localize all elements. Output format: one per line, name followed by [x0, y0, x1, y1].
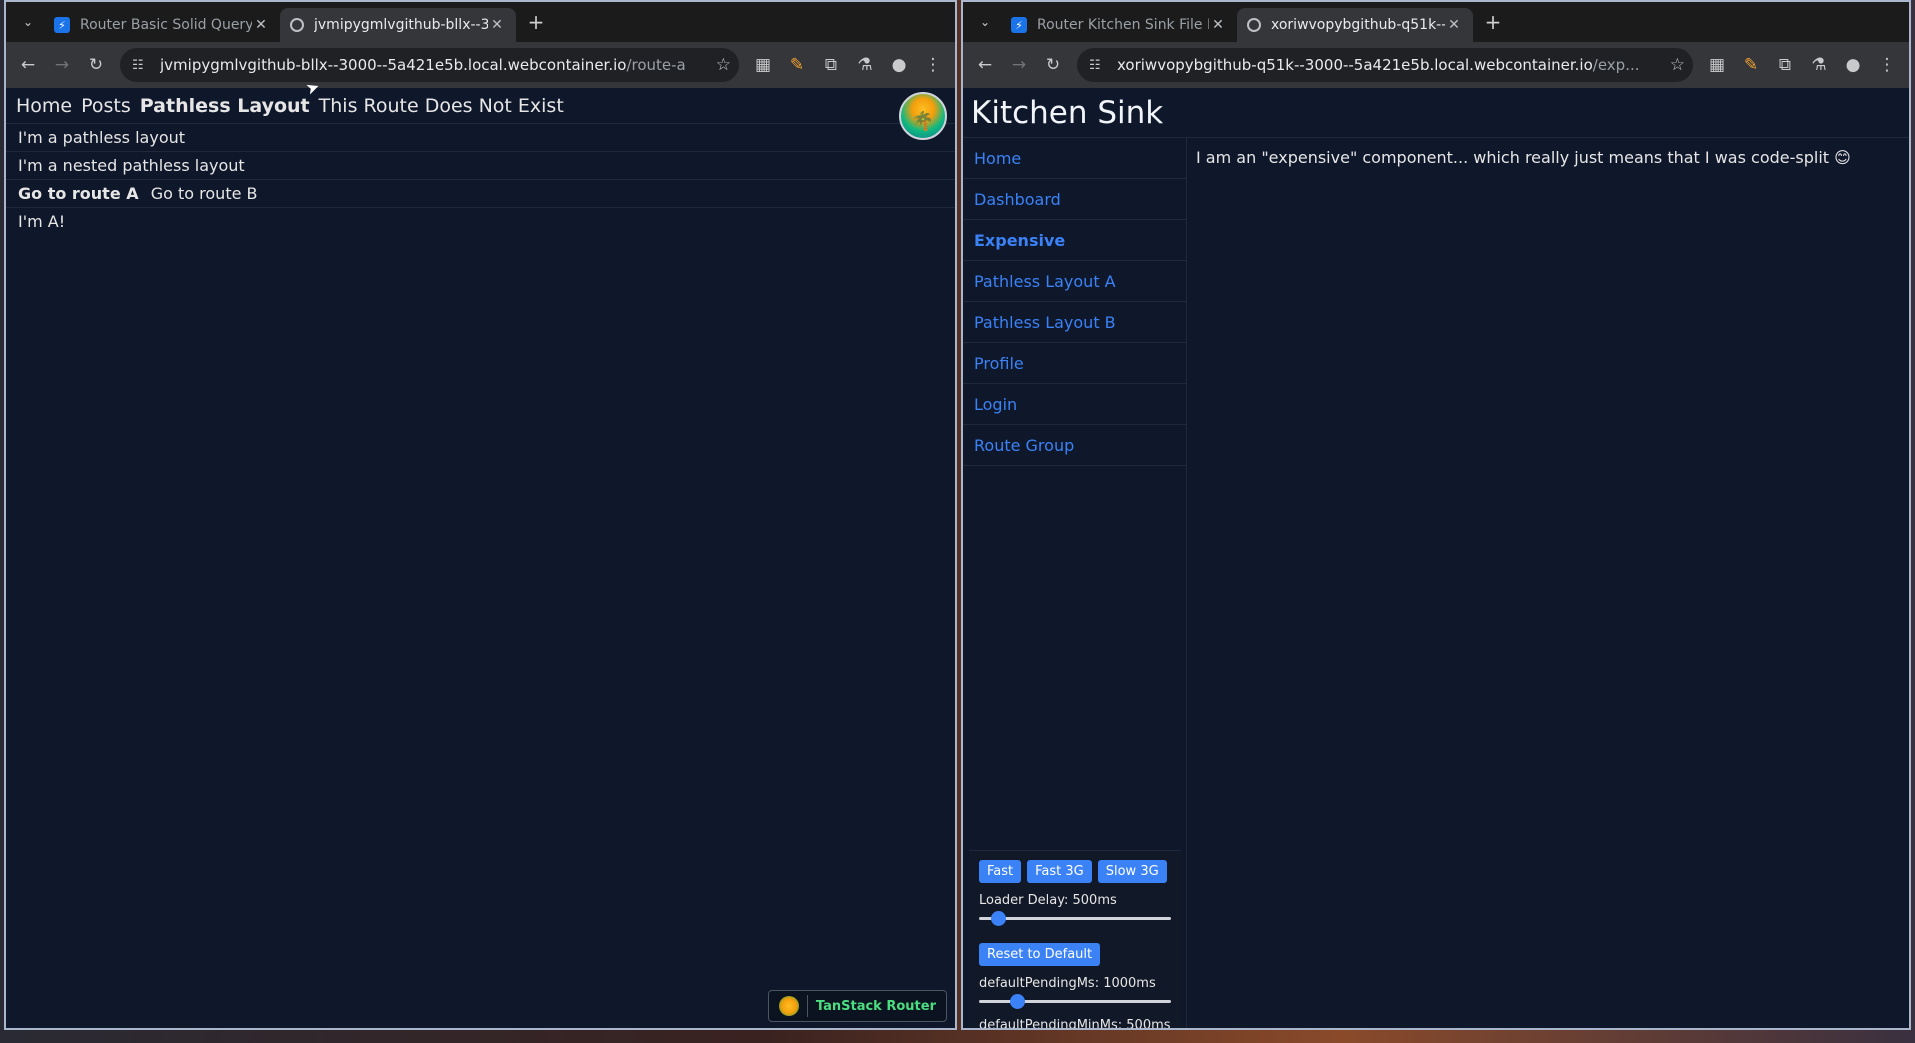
- fast-3g-button[interactable]: Fast 3G: [1027, 860, 1092, 883]
- loader-delay-label: Loader Delay: 500ms: [979, 893, 1117, 908]
- labs-flask-icon[interactable]: ⚗: [849, 49, 881, 81]
- site-info-icon[interactable]: ☷: [132, 58, 150, 73]
- new-tab-plus-icon[interactable]: +: [520, 6, 552, 38]
- sidebar: Home Dashboard Expensive Pathless Layout…: [963, 138, 1187, 1028]
- slider-track: [979, 917, 1171, 920]
- qr-code-icon[interactable]: ▦: [1701, 49, 1733, 81]
- browser-window-right: ⌄ ⚡ Router Kitchen Sink File B ✕ xoriwvo…: [961, 0, 1911, 1030]
- extensions-puzzle-icon[interactable]: ⧉: [815, 49, 847, 81]
- sidebar-item-pathless-layout-b[interactable]: Pathless Layout B: [963, 302, 1186, 343]
- nav-home-link[interactable]: Home: [16, 95, 72, 117]
- globe-icon: [1247, 18, 1261, 32]
- qr-code-icon[interactable]: ▦: [747, 49, 779, 81]
- sidebar-item-login[interactable]: Login: [963, 384, 1186, 425]
- close-icon[interactable]: ✕: [1445, 17, 1463, 33]
- slider-thumb[interactable]: [991, 911, 1007, 926]
- route-a-link[interactable]: Go to route A: [18, 184, 139, 203]
- tab-title: xoriwvopybgithub-q51k--: [1271, 17, 1445, 33]
- nav-missing-route-link[interactable]: This Route Does Not Exist: [319, 95, 564, 117]
- page-viewport: Kitchen Sink Home Dashboard Expensive Pa…: [963, 88, 1909, 1028]
- devtools-label: TanStack Router: [815, 998, 936, 1014]
- new-tab-plus-icon[interactable]: +: [1477, 6, 1509, 38]
- close-icon[interactable]: ✕: [488, 17, 506, 33]
- reload-icon[interactable]: ↻: [80, 49, 112, 81]
- sidebar-item-home[interactable]: Home: [963, 138, 1186, 179]
- browser-toolbar: ← → ↻ ☷ jvmipygmlvgithub-bllx--3000--5a4…: [6, 42, 955, 88]
- back-arrow-icon[interactable]: ←: [12, 49, 44, 81]
- nested-pathless-layout-text: I'm a nested pathless layout: [6, 152, 955, 180]
- forward-arrow-icon[interactable]: →: [1003, 49, 1035, 81]
- tab-search-chevron-icon[interactable]: ⌄: [12, 6, 44, 38]
- url-text[interactable]: jvmipygmlvgithub-bllx--3000--5a421e5b.lo…: [160, 56, 710, 74]
- reset-to-default-button[interactable]: Reset to Default: [979, 943, 1101, 966]
- sidebar-item-profile[interactable]: Profile: [963, 343, 1186, 384]
- loader-delay-slider[interactable]: [979, 911, 1171, 926]
- browser-window-left: ⌄ ⚡ Router Basic Solid Query · ✕ jvmipyg…: [4, 0, 957, 1030]
- nav-posts-link[interactable]: Posts: [81, 95, 131, 117]
- globe-icon: [290, 18, 304, 32]
- address-bar[interactable]: ☷ xoriwvopybgithub-q51k--3000--5a421e5b.…: [1077, 48, 1693, 82]
- pencil-extension-icon[interactable]: ✎: [781, 49, 813, 81]
- address-bar[interactable]: ☷ jvmipygmlvgithub-bllx--3000--5a421e5b.…: [120, 48, 739, 82]
- top-nav: Home Posts Pathless Layout This Route Do…: [6, 88, 955, 124]
- url-text[interactable]: xoriwvopybgithub-q51k--3000--5a421e5b.lo…: [1117, 56, 1664, 74]
- tab-title: Router Kitchen Sink File B: [1037, 17, 1209, 33]
- divider: [806, 995, 808, 1017]
- labs-flask-icon[interactable]: ⚗: [1803, 49, 1835, 81]
- back-arrow-icon[interactable]: ←: [969, 49, 1001, 81]
- tab-active-webcontainer[interactable]: jvmipygmlvgithub-bllx--3 ✕: [280, 8, 516, 42]
- stackblitz-bolt-icon: ⚡: [1011, 17, 1027, 33]
- close-icon[interactable]: ✕: [252, 17, 270, 33]
- forward-arrow-icon[interactable]: →: [46, 49, 78, 81]
- route-links: Go to route A Go to route B: [6, 180, 955, 208]
- tab-search-chevron-icon[interactable]: ⌄: [969, 6, 1001, 38]
- avatar[interactable]: 🌴: [899, 92, 947, 140]
- page-title: Kitchen Sink: [963, 88, 1909, 138]
- extensions-puzzle-icon[interactable]: ⧉: [1769, 49, 1801, 81]
- tab-router-kitchen-sink[interactable]: ⚡ Router Kitchen Sink File B ✕: [1001, 8, 1237, 42]
- stackblitz-bolt-icon: ⚡: [54, 17, 70, 33]
- menu-kebab-icon[interactable]: ⋮: [917, 49, 949, 81]
- fast-button[interactable]: Fast: [979, 860, 1022, 883]
- tab-title: Router Basic Solid Query ·: [80, 17, 252, 33]
- default-pending-ms-slider[interactable]: [979, 994, 1171, 1009]
- profile-icon[interactable]: ●: [1837, 49, 1869, 81]
- route-b-link[interactable]: Go to route B: [151, 184, 258, 203]
- sidebar-item-pathless-layout-a[interactable]: Pathless Layout A: [963, 261, 1186, 302]
- expensive-component-text: I am an "expensive" component... which r…: [1196, 148, 1851, 167]
- nav-pathless-layout-link[interactable]: Pathless Layout: [140, 95, 310, 117]
- menu-kebab-icon[interactable]: ⋮: [1871, 49, 1903, 81]
- bookmark-star-icon[interactable]: ☆: [716, 55, 731, 75]
- sidebar-item-route-group[interactable]: Route Group: [963, 425, 1186, 466]
- browser-toolbar: ← → ↻ ☷ xoriwvopybgithub-q51k--3000--5a4…: [963, 42, 1909, 88]
- close-icon[interactable]: ✕: [1209, 17, 1227, 33]
- speed-presets: Fast Fast 3G Slow 3G: [979, 860, 1171, 883]
- tanstack-logo-icon: [778, 996, 799, 1016]
- pencil-extension-icon[interactable]: ✎: [1735, 49, 1767, 81]
- reload-icon[interactable]: ↻: [1037, 49, 1069, 81]
- tanstack-router-devtools-button[interactable]: TanStack Router: [767, 990, 947, 1022]
- slow-3g-button[interactable]: Slow 3G: [1097, 860, 1167, 883]
- tab-strip: ⌄ ⚡ Router Kitchen Sink File B ✕ xoriwvo…: [963, 2, 1909, 42]
- default-pending-ms-label: defaultPendingMs: 1000ms: [979, 976, 1156, 991]
- slider-track: [979, 1000, 1171, 1003]
- page-viewport: Home Posts Pathless Layout This Route Do…: [6, 88, 955, 1028]
- site-info-icon[interactable]: ☷: [1089, 58, 1107, 73]
- tab-title: jvmipygmlvgithub-bllx--3: [314, 17, 488, 33]
- route-a-content: I'm A!: [18, 212, 66, 231]
- pathless-layout-text: I'm a pathless layout: [6, 124, 955, 152]
- tab-strip: ⌄ ⚡ Router Basic Solid Query · ✕ jvmipyg…: [6, 2, 955, 42]
- sidebar-item-dashboard[interactable]: Dashboard: [963, 179, 1186, 220]
- sidebar-item-expensive[interactable]: Expensive: [963, 220, 1186, 261]
- default-pending-min-ms-label: defaultPendingMinMs: 500ms: [979, 1018, 1171, 1030]
- loader-settings-panel: Fast Fast 3G Slow 3G Loader Delay: 500ms…: [969, 850, 1181, 1028]
- tab-active-webcontainer[interactable]: xoriwvopybgithub-q51k-- ✕: [1237, 8, 1473, 42]
- slider-thumb[interactable]: [1010, 994, 1026, 1009]
- profile-icon[interactable]: ●: [883, 49, 915, 81]
- tab-router-basic-solid-query[interactable]: ⚡ Router Basic Solid Query · ✕: [44, 8, 280, 42]
- bookmark-star-icon[interactable]: ☆: [1670, 55, 1685, 75]
